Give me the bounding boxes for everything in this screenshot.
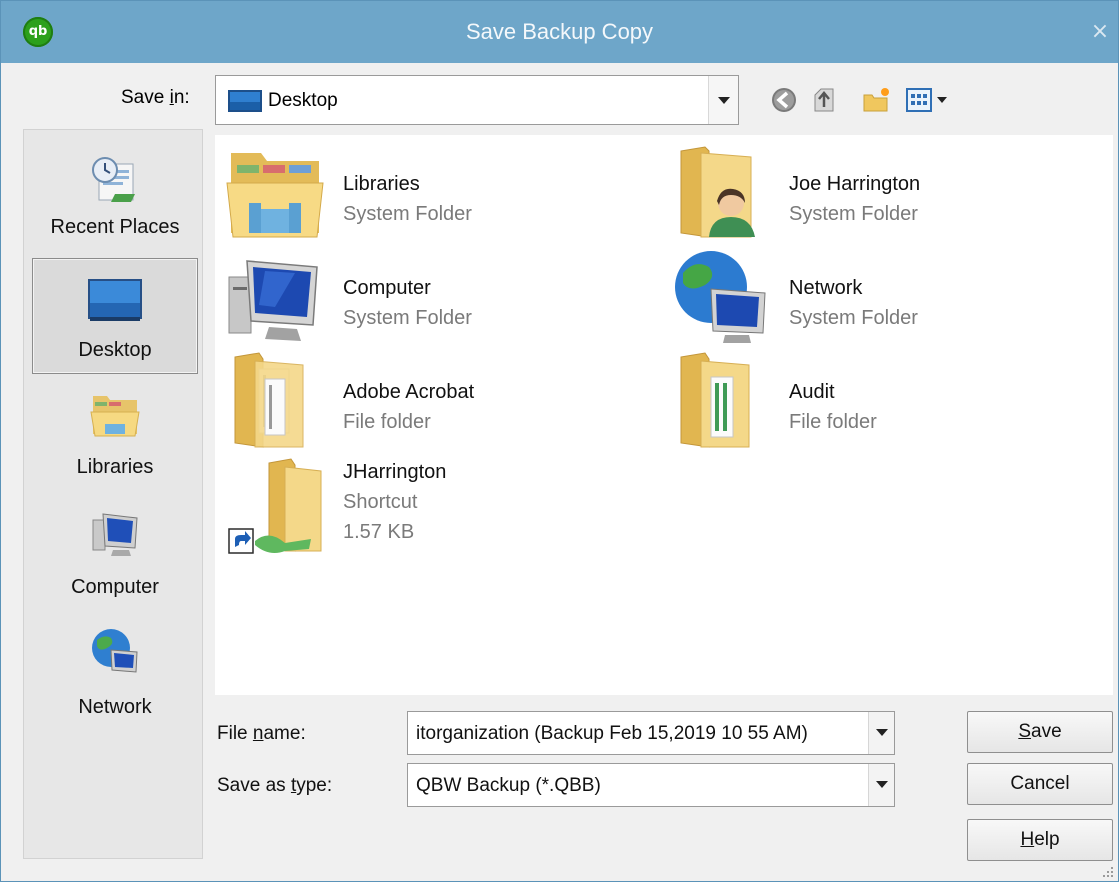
- file-name-label: File name:: [217, 723, 306, 744]
- up-folder-icon[interactable]: [809, 85, 839, 115]
- place-network[interactable]: Network: [32, 620, 198, 736]
- place-desktop[interactable]: Desktop: [32, 258, 198, 374]
- file-name: Audit: [789, 381, 835, 403]
- file-type: System Folder: [343, 307, 472, 329]
- help-button[interactable]: Help: [967, 819, 1113, 861]
- new-folder-icon[interactable]: [861, 85, 891, 115]
- file-type: System Folder: [789, 203, 918, 225]
- network-icon: [675, 251, 766, 343]
- places-bar: Recent Places Desktop Libraries Computer…: [23, 129, 203, 859]
- file-name: Joe Harrington: [789, 173, 921, 195]
- file-name-dropdown-arrow[interactable]: [868, 712, 894, 754]
- recent-places-icon: [92, 157, 135, 202]
- close-button[interactable]: ×: [1087, 19, 1113, 45]
- file-name: JHarrington: [343, 461, 447, 483]
- save-as-type-label: Save as type:: [217, 775, 333, 796]
- place-label: Desktop: [78, 339, 152, 361]
- save-as-type-value: QBW Backup (*.QBB): [416, 775, 601, 796]
- list-item[interactable]: Audit File folder: [671, 351, 1111, 451]
- user-folder-icon: [680, 146, 755, 238]
- file-name: Adobe Acrobat: [343, 381, 475, 403]
- file-name-input[interactable]: itorganization (Backup Feb 15,2019 10 55…: [407, 711, 895, 755]
- computer-icon: [228, 260, 318, 341]
- computer-icon: [92, 513, 138, 556]
- place-computer[interactable]: Computer: [32, 500, 198, 616]
- file-name: Network: [789, 277, 863, 299]
- save-as-type-dropdown[interactable]: QBW Backup (*.QBB): [407, 763, 895, 807]
- desktop-icon: [228, 90, 262, 112]
- save-in-arrow[interactable]: [708, 76, 738, 124]
- place-label: Network: [78, 696, 152, 718]
- place-recent-places[interactable]: Recent Places: [32, 138, 198, 254]
- list-item[interactable]: Network System Folder: [671, 247, 1111, 347]
- save-in-label: Save in:: [121, 87, 190, 108]
- file-type: System Folder: [343, 203, 472, 225]
- view-menu-icon[interactable]: [905, 85, 953, 115]
- file-name: Computer: [343, 277, 431, 299]
- place-label: Libraries: [76, 456, 154, 478]
- file-list: Libraries System Folder Joe Harrington S…: [215, 135, 1113, 695]
- file-name-value: itorganization (Backup Feb 15,2019 10 55…: [416, 723, 808, 744]
- save-in-dropdown[interactable]: Desktop: [215, 75, 739, 125]
- dialog-title: Save Backup Copy: [465, 19, 654, 44]
- desktop-icon: [88, 279, 142, 321]
- place-label: Computer: [71, 576, 159, 598]
- list-item[interactable]: Joe Harrington System Folder: [671, 143, 1111, 243]
- shortcut-folder-icon: [228, 458, 322, 554]
- libraries-icon: [90, 396, 140, 437]
- place-libraries[interactable]: Libraries: [32, 380, 198, 496]
- resize-grip-icon[interactable]: [1099, 863, 1115, 879]
- list-item[interactable]: Libraries System Folder: [225, 143, 665, 243]
- back-icon[interactable]: [769, 85, 799, 115]
- file-name: Libraries: [343, 173, 420, 195]
- title-bar[interactable]: qb Save Backup Copy ×: [1, 1, 1118, 63]
- list-item[interactable]: JHarrington Shortcut 1.57 KB: [225, 431, 665, 561]
- network-icon: [92, 629, 138, 673]
- save-as-type-arrow[interactable]: [868, 764, 894, 806]
- save-in-value: Desktop: [268, 90, 338, 111]
- file-type: System Folder: [789, 307, 918, 329]
- place-label: Recent Places: [50, 216, 180, 238]
- libraries-folder-icon: [226, 153, 324, 238]
- file-size: 1.57 KB: [343, 521, 415, 543]
- list-item[interactable]: Computer System Folder: [225, 247, 665, 347]
- save-button[interactable]: Save: [967, 711, 1113, 753]
- file-type: File folder: [789, 411, 877, 433]
- cancel-button[interactable]: Cancel: [967, 763, 1113, 805]
- folder-icon: [680, 352, 750, 448]
- save-backup-dialog: qb Save Backup Copy × Save in: Desktop R…: [0, 0, 1119, 882]
- file-type: Shortcut: [343, 491, 418, 513]
